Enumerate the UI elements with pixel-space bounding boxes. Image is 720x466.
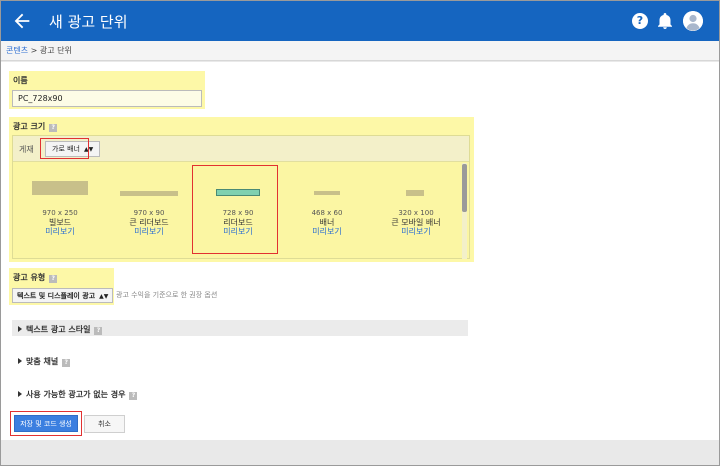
- breadcrumb-separator: >: [30, 46, 38, 55]
- placement-label: 게재: [19, 145, 34, 154]
- save-and-get-code-button[interactable]: 저장 및 코드 생성: [14, 415, 78, 432]
- ad-size-label-text: 광고 크기: [13, 122, 46, 131]
- app-window: 새 광고 단위 ? 콘텐츠 > 광고 단위 이름 PC_728x90 광고 크기…: [0, 0, 720, 466]
- size-option-banner[interactable]: 468 x 60 배너 미리보기: [283, 162, 371, 258]
- cancel-button[interactable]: 취소: [84, 415, 125, 433]
- size-dims: 320 x 100: [398, 209, 434, 217]
- top-app-bar: 새 광고 단위 ?: [1, 1, 719, 41]
- size-option-billboard[interactable]: 970 x 250 빌보드 미리보기: [16, 162, 104, 258]
- size-preview-shape: [406, 190, 424, 196]
- size-dims: 468 x 60: [311, 209, 343, 217]
- help-icon[interactable]: ?: [129, 392, 138, 400]
- expand-triangle-icon: [18, 358, 22, 364]
- name-label: 이름: [13, 76, 28, 85]
- select-arrows-icon: ▲▼: [99, 293, 109, 300]
- selected-size-annotation: [192, 165, 278, 254]
- preview-link[interactable]: 미리보기: [283, 226, 371, 237]
- placement-select-annotation: [40, 138, 89, 159]
- ad-type-label: 광고 유형?: [13, 272, 58, 283]
- ad-size-label: 광고 크기?: [13, 121, 58, 132]
- size-dims: 970 x 90: [133, 209, 165, 217]
- ad-type-select-value: 텍스트 및 디스플레이 광고: [17, 292, 96, 300]
- expand-triangle-icon: [18, 391, 22, 397]
- account-avatar[interactable]: [683, 11, 703, 31]
- ad-unit-name-input[interactable]: PC_728x90: [12, 90, 202, 107]
- size-preview-shape: [120, 191, 178, 196]
- help-icon[interactable]: ?: [62, 359, 71, 367]
- notifications-bell-icon[interactable]: [658, 13, 672, 29]
- breadcrumb: 콘텐츠 > 광고 단위: [1, 41, 719, 61]
- ad-size-help-icon[interactable]: ?: [49, 124, 58, 132]
- size-option-large-mobile-banner[interactable]: 320 x 100 큰 모바일 배너 미리보기: [372, 162, 460, 258]
- no-ads-available-section[interactable]: 사용 가능한 광고가 없는 경우?: [12, 385, 468, 401]
- section-label: 사용 가능한 광고가 없는 경우: [26, 390, 126, 399]
- size-option-large-leaderboard[interactable]: 970 x 90 큰 리더보드 미리보기: [105, 162, 193, 258]
- ad-type-label-text: 광고 유형: [13, 273, 46, 282]
- expand-triangle-icon: [18, 326, 22, 332]
- custom-channels-section[interactable]: 맞춤 채널?: [12, 352, 468, 368]
- breadcrumb-current: 광고 단위: [39, 46, 72, 55]
- section-label: 맞춤 채널: [26, 357, 59, 366]
- section-label: 텍스트 광고 스타일: [26, 325, 91, 334]
- size-scrollbar[interactable]: [462, 164, 467, 212]
- preview-link[interactable]: 미리보기: [372, 226, 460, 237]
- back-arrow-icon[interactable]: [11, 10, 33, 32]
- breadcrumb-link-content[interactable]: 콘텐츠: [6, 46, 28, 55]
- text-ad-style-section[interactable]: 텍스트 광고 스타일?: [12, 320, 468, 336]
- size-preview-shape: [32, 181, 88, 195]
- ad-type-note: 광고 수익을 기준으로 한 권장 옵션: [116, 291, 218, 299]
- ad-type-select[interactable]: 텍스트 및 디스플레이 광고 ▲▼: [12, 288, 114, 303]
- main-content: 이름 PC_728x90 광고 크기? 게재 가로 배너 ▲▼ 970 x 250…: [1, 62, 719, 440]
- size-preview-shape: [314, 191, 340, 195]
- preview-link[interactable]: 미리보기: [16, 226, 104, 237]
- help-icon[interactable]: ?: [632, 13, 648, 29]
- help-icon[interactable]: ?: [94, 327, 103, 335]
- user-avatar-icon: [683, 11, 703, 31]
- preview-link[interactable]: 미리보기: [105, 226, 193, 237]
- page-title: 새 광고 단위: [49, 13, 128, 31]
- ad-type-help-icon[interactable]: ?: [49, 275, 58, 283]
- size-dims: 970 x 250: [42, 209, 78, 217]
